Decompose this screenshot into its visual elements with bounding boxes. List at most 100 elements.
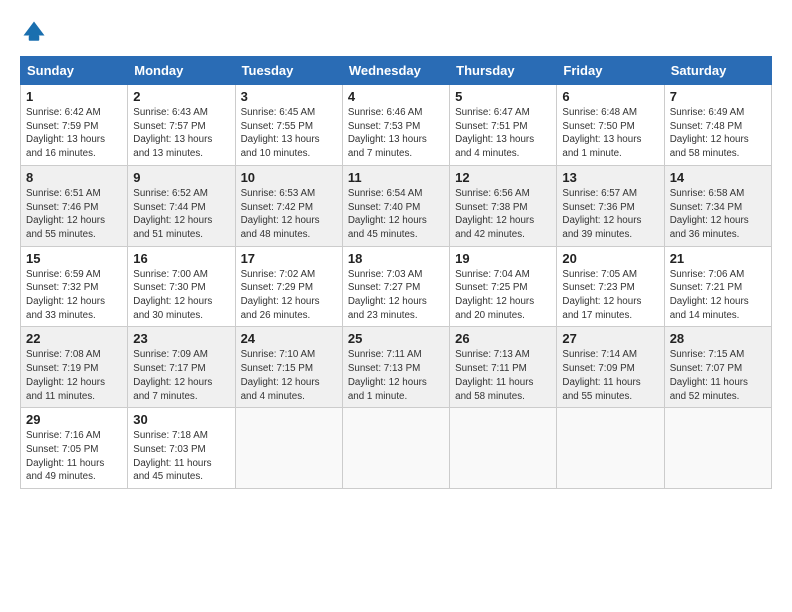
calendar-day-cell: 7 Sunrise: 6:49 AM Sunset: 7:48 PM Daylig… — [664, 85, 771, 166]
day-number: 13 — [562, 170, 658, 185]
weekday-header-row: SundayMondayTuesdayWednesdayThursdayFrid… — [21, 57, 772, 85]
day-detail: Sunrise: 7:06 AM Sunset: 7:21 PM Dayligh… — [670, 268, 766, 323]
day-number: 3 — [241, 89, 337, 104]
calendar-day-cell: 26Sunrise: 7:13 AM Sunset: 7:11 PM Dayli… — [450, 327, 557, 408]
calendar-day-cell: 19 Sunrise: 7:04 AM Sunset: 7:25 PM Dayli… — [450, 246, 557, 327]
empty-cell — [342, 408, 449, 489]
day-detail: Sunrise: 6:58 AM Sunset: 7:34 PM Dayligh… — [670, 187, 766, 242]
calendar-day-cell: 21Sunrise: 7:06 AM Sunset: 7:21 PM Dayli… — [664, 246, 771, 327]
day-detail: Sunrise: 6:42 AM Sunset: 7:59 PM Dayligh… — [26, 106, 122, 161]
day-number: 11 — [348, 170, 444, 185]
calendar-day-cell: 23Sunrise: 7:09 AM Sunset: 7:17 PM Dayli… — [128, 327, 235, 408]
day-detail: Sunrise: 6:53 AM Sunset: 7:42 PM Dayligh… — [241, 187, 337, 242]
calendar-day-cell: 29Sunrise: 7:16 AM Sunset: 7:05 PM Dayli… — [21, 408, 128, 489]
calendar-day-cell: 6 Sunrise: 6:48 AM Sunset: 7:50 PM Daylig… — [557, 85, 664, 166]
day-number: 26 — [455, 331, 551, 346]
calendar-day-cell: 14 Sunrise: 6:58 AM Sunset: 7:34 PM Dayli… — [664, 165, 771, 246]
calendar-day-cell: 28 Sunrise: 7:15 AM Sunset: 7:07 PM Dayli… — [664, 327, 771, 408]
empty-cell — [235, 408, 342, 489]
day-number: 27 — [562, 331, 658, 346]
day-detail: Sunrise: 7:10 AM Sunset: 7:15 PM Dayligh… — [241, 348, 337, 403]
empty-cell — [450, 408, 557, 489]
day-number: 20 — [562, 251, 658, 266]
calendar-day-cell: 22 Sunrise: 7:08 AM Sunset: 7:19 PM Dayli… — [21, 327, 128, 408]
calendar-day-cell: 8Sunrise: 6:51 AM Sunset: 7:46 PM Daylig… — [21, 165, 128, 246]
day-number: 6 — [562, 89, 658, 104]
day-detail: Sunrise: 6:43 AM Sunset: 7:57 PM Dayligh… — [133, 106, 229, 161]
calendar-week-row: 8Sunrise: 6:51 AM Sunset: 7:46 PM Daylig… — [21, 165, 772, 246]
logo-icon — [20, 18, 48, 46]
calendar-day-cell: 27 Sunrise: 7:14 AM Sunset: 7:09 PM Dayli… — [557, 327, 664, 408]
day-detail: Sunrise: 7:11 AM Sunset: 7:13 PM Dayligh… — [348, 348, 444, 403]
day-number: 12 — [455, 170, 551, 185]
day-detail: Sunrise: 7:15 AM Sunset: 7:07 PM Dayligh… — [670, 348, 766, 403]
day-number: 10 — [241, 170, 337, 185]
weekday-header-thursday: Thursday — [450, 57, 557, 85]
calendar-day-cell: 20Sunrise: 7:05 AM Sunset: 7:23 PM Dayli… — [557, 246, 664, 327]
calendar-day-cell: 4 Sunrise: 6:46 AM Sunset: 7:53 PM Daylig… — [342, 85, 449, 166]
day-number: 4 — [348, 89, 444, 104]
calendar-day-cell: 5 Sunrise: 6:47 AM Sunset: 7:51 PM Daylig… — [450, 85, 557, 166]
day-number: 19 — [455, 251, 551, 266]
day-number: 8 — [26, 170, 122, 185]
day-detail: Sunrise: 7:03 AM Sunset: 7:27 PM Dayligh… — [348, 268, 444, 323]
day-number: 22 — [26, 331, 122, 346]
empty-cell — [664, 408, 771, 489]
day-detail: Sunrise: 6:49 AM Sunset: 7:48 PM Dayligh… — [670, 106, 766, 161]
day-detail: Sunrise: 6:59 AM Sunset: 7:32 PM Dayligh… — [26, 268, 122, 323]
day-detail: Sunrise: 6:46 AM Sunset: 7:53 PM Dayligh… — [348, 106, 444, 161]
calendar-day-cell: 12 Sunrise: 6:56 AM Sunset: 7:38 PM Dayli… — [450, 165, 557, 246]
day-number: 18 — [348, 251, 444, 266]
calendar-day-cell: 18 Sunrise: 7:03 AM Sunset: 7:27 PM Dayli… — [342, 246, 449, 327]
day-number: 23 — [133, 331, 229, 346]
day-detail: Sunrise: 6:47 AM Sunset: 7:51 PM Dayligh… — [455, 106, 551, 161]
calendar-day-cell: 10 Sunrise: 6:53 AM Sunset: 7:42 PM Dayli… — [235, 165, 342, 246]
day-detail: Sunrise: 7:00 AM Sunset: 7:30 PM Dayligh… — [133, 268, 229, 323]
calendar-day-cell: 15 Sunrise: 6:59 AM Sunset: 7:32 PM Dayli… — [21, 246, 128, 327]
day-number: 16 — [133, 251, 229, 266]
day-detail: Sunrise: 7:14 AM Sunset: 7:09 PM Dayligh… — [562, 348, 658, 403]
day-number: 15 — [26, 251, 122, 266]
calendar-day-cell: 30Sunrise: 7:18 AM Sunset: 7:03 PM Dayli… — [128, 408, 235, 489]
weekday-header-sunday: Sunday — [21, 57, 128, 85]
day-number: 9 — [133, 170, 229, 185]
day-number: 14 — [670, 170, 766, 185]
day-detail: Sunrise: 6:52 AM Sunset: 7:44 PM Dayligh… — [133, 187, 229, 242]
calendar-day-cell: 16 Sunrise: 7:00 AM Sunset: 7:30 PM Dayli… — [128, 246, 235, 327]
calendar-day-cell: 25 Sunrise: 7:11 AM Sunset: 7:13 PM Dayli… — [342, 327, 449, 408]
calendar-week-row: 1 Sunrise: 6:42 AM Sunset: 7:59 PM Daylig… — [21, 85, 772, 166]
day-detail: Sunrise: 6:45 AM Sunset: 7:55 PM Dayligh… — [241, 106, 337, 161]
day-number: 30 — [133, 412, 229, 427]
calendar-day-cell: 2 Sunrise: 6:43 AM Sunset: 7:57 PM Daylig… — [128, 85, 235, 166]
day-detail: Sunrise: 7:02 AM Sunset: 7:29 PM Dayligh… — [241, 268, 337, 323]
weekday-header-tuesday: Tuesday — [235, 57, 342, 85]
day-number: 5 — [455, 89, 551, 104]
weekday-header-wednesday: Wednesday — [342, 57, 449, 85]
calendar-day-cell: 11 Sunrise: 6:54 AM Sunset: 7:40 PM Dayli… — [342, 165, 449, 246]
day-detail: Sunrise: 6:56 AM Sunset: 7:38 PM Dayligh… — [455, 187, 551, 242]
day-detail: Sunrise: 6:57 AM Sunset: 7:36 PM Dayligh… — [562, 187, 658, 242]
calendar-day-cell: 17Sunrise: 7:02 AM Sunset: 7:29 PM Dayli… — [235, 246, 342, 327]
calendar-week-row: 22 Sunrise: 7:08 AM Sunset: 7:19 PM Dayli… — [21, 327, 772, 408]
weekday-header-saturday: Saturday — [664, 57, 771, 85]
day-number: 28 — [670, 331, 766, 346]
day-detail: Sunrise: 7:04 AM Sunset: 7:25 PM Dayligh… — [455, 268, 551, 323]
day-number: 25 — [348, 331, 444, 346]
empty-cell — [557, 408, 664, 489]
day-number: 2 — [133, 89, 229, 104]
calendar-week-row: 15 Sunrise: 6:59 AM Sunset: 7:32 PM Dayli… — [21, 246, 772, 327]
day-number: 1 — [26, 89, 122, 104]
calendar-table: SundayMondayTuesdayWednesdayThursdayFrid… — [20, 56, 772, 489]
calendar-day-cell: 24 Sunrise: 7:10 AM Sunset: 7:15 PM Dayli… — [235, 327, 342, 408]
calendar-day-cell: 1 Sunrise: 6:42 AM Sunset: 7:59 PM Daylig… — [21, 85, 128, 166]
day-detail: Sunrise: 6:54 AM Sunset: 7:40 PM Dayligh… — [348, 187, 444, 242]
weekday-header-friday: Friday — [557, 57, 664, 85]
header — [20, 18, 772, 46]
page-container: SundayMondayTuesdayWednesdayThursdayFrid… — [0, 0, 792, 499]
day-number: 24 — [241, 331, 337, 346]
day-number: 7 — [670, 89, 766, 104]
weekday-header-monday: Monday — [128, 57, 235, 85]
day-detail: Sunrise: 6:48 AM Sunset: 7:50 PM Dayligh… — [562, 106, 658, 161]
logo — [20, 18, 52, 46]
day-detail: Sunrise: 7:08 AM Sunset: 7:19 PM Dayligh… — [26, 348, 122, 403]
